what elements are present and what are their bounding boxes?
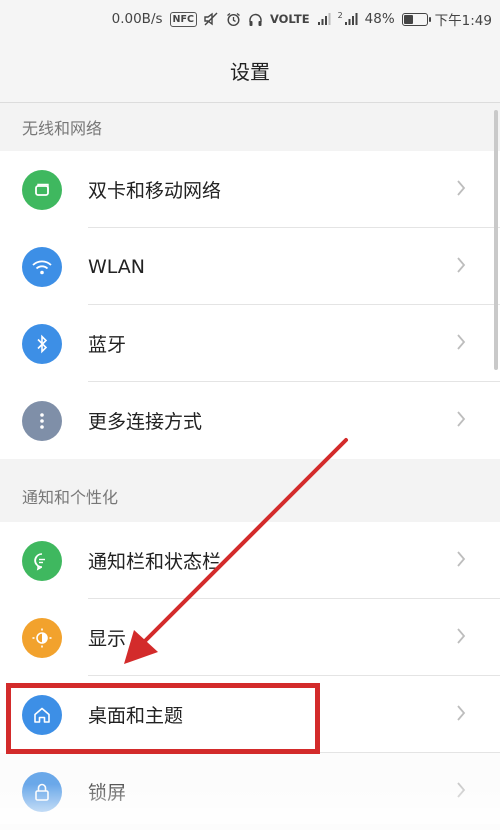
settings-item-wlan[interactable]: WLAN <box>0 228 500 305</box>
settings-item-notification-bar[interactable]: 通知栏和状态栏 <box>0 522 500 599</box>
mute-icon <box>204 12 219 26</box>
chevron-right-icon <box>456 179 466 201</box>
alarm-icon <box>226 12 241 27</box>
battery-icon <box>401 12 431 26</box>
settings-item-label: 更多连接方式 <box>88 411 203 433</box>
battery-fill <box>403 14 414 24</box>
bottom-fade <box>0 784 500 824</box>
status-bar: 0.00B/s NFC VOLTE 2 48% 下午1:49 <box>0 0 500 38</box>
settings-item-more-connections[interactable]: 更多连接方式 <box>0 382 500 459</box>
settings-item-label: 显示 <box>88 628 127 650</box>
headset-icon <box>248 12 263 27</box>
chevron-right-icon <box>456 410 466 432</box>
highlight-box <box>6 683 320 754</box>
chevron-right-icon <box>456 333 466 355</box>
chevron-right-icon <box>456 256 466 278</box>
settings-item-label: 通知栏和状态栏 <box>88 551 222 573</box>
more-dots-icon <box>22 400 62 441</box>
page-title: 设置 <box>230 59 270 84</box>
volte-label: VOLTE <box>269 12 310 26</box>
section-header-wireless: 无线和网络 <box>0 103 500 151</box>
title-bar: 设置 <box>0 38 500 103</box>
settings-item-dual-sim[interactable]: 双卡和移动网络 <box>0 151 500 228</box>
nfc-badge: NFC <box>169 11 197 27</box>
settings-item-label: WLAN <box>88 255 146 278</box>
bluetooth-icon <box>22 323 62 364</box>
section-gap <box>0 459 500 469</box>
section-header-notifications: 通知和个性化 <box>0 469 500 522</box>
settings-item-label: 蓝牙 <box>88 334 127 356</box>
chevron-right-icon <box>456 550 466 572</box>
signal-icon <box>317 12 331 26</box>
settings-item-label: 双卡和移动网络 <box>88 180 222 202</box>
chat-bubble-icon <box>22 540 62 581</box>
sim2-label: 2 <box>337 11 343 20</box>
brightness-icon <box>22 617 62 658</box>
chevron-right-icon <box>456 704 466 726</box>
chevron-right-icon <box>456 627 466 649</box>
settings-item-bluetooth[interactable]: 蓝牙 <box>0 305 500 382</box>
sim-card-icon <box>22 169 62 210</box>
clock: 下午1:49 <box>434 13 492 29</box>
scrollbar[interactable] <box>494 110 498 370</box>
battery-percent: 48% <box>364 11 395 27</box>
settings-item-display[interactable]: 显示 <box>0 599 500 676</box>
signal-sim2-icon: 2 <box>338 12 358 26</box>
network-speed: 0.00B/s <box>111 11 163 27</box>
wifi-icon <box>22 246 62 287</box>
